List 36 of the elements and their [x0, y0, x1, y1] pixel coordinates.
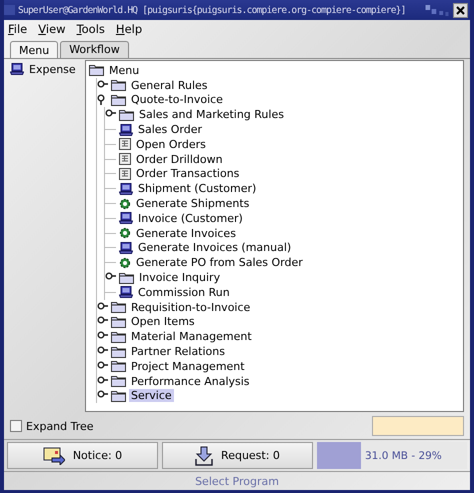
tree-item[interactable]: Generate Invoices (manual): [136, 241, 294, 254]
tree-item[interactable]: Generate Invoices: [134, 226, 238, 240]
tree-item[interactable]: Open Orders: [134, 138, 208, 151]
menubar-entry[interactable]: Help: [116, 22, 142, 37]
tree-item[interactable]: Menu: [107, 64, 142, 77]
tree-item[interactable]: Sales and Marketing Rules: [137, 108, 286, 122]
tree-item[interactable]: Sales Order: [136, 123, 204, 136]
tree-item[interactable]: Commission Run: [136, 286, 232, 299]
tree-item[interactable]: Order Drilldown: [134, 152, 225, 166]
tree-item[interactable]: Open Items: [129, 315, 197, 328]
notice-button[interactable]: Notice: 0: [7, 442, 158, 469]
status-text: Select Program: [195, 474, 279, 488]
tree-item[interactable]: Requisition-to-Invoice: [129, 300, 252, 314]
tree-item[interactable]: Shipment (Customer): [136, 182, 258, 196]
tree-item[interactable]: Performance Analysis: [129, 374, 252, 388]
tree-item[interactable]: Generate Shipments: [134, 197, 252, 210]
tree-item[interactable]: Material Management: [129, 330, 254, 344]
tab[interactable]: Workflow: [60, 41, 129, 58]
tree-item[interactable]: Service: [129, 389, 174, 402]
tab[interactable]: Menu: [10, 41, 58, 58]
tree-item[interactable]: Quote-to-Invoice: [129, 93, 225, 106]
tree-item[interactable]: Invoice (Customer): [136, 212, 245, 225]
tree-item[interactable]: Generate PO from Sales Order: [134, 256, 305, 270]
menubar-entry[interactable]: View: [38, 22, 66, 37]
window-title: SuperUser@GardenWorld.HQ [puigsuris{puigsuris.compiere.org-compiere-compiere}]: [18, 4, 407, 16]
tree-item[interactable]: Project Management: [129, 360, 247, 373]
menubar-entry[interactable]: File: [8, 22, 28, 37]
tree-item[interactable]: Partner Relations: [129, 345, 227, 358]
checkbox-label: Expand Tree: [26, 420, 94, 432]
menubar-entry[interactable]: Tools: [76, 22, 105, 37]
memory-reading: 31.0 MB - 29%: [365, 450, 442, 462]
request-button[interactable]: Request: 0: [162, 442, 313, 469]
shortcut-item[interactable]: Expense: [27, 62, 78, 76]
tree-item[interactable]: Invoice Inquiry: [137, 271, 222, 284]
tree-item[interactable]: General Rules: [129, 78, 210, 92]
tree-item[interactable]: Order Transactions: [134, 167, 242, 180]
